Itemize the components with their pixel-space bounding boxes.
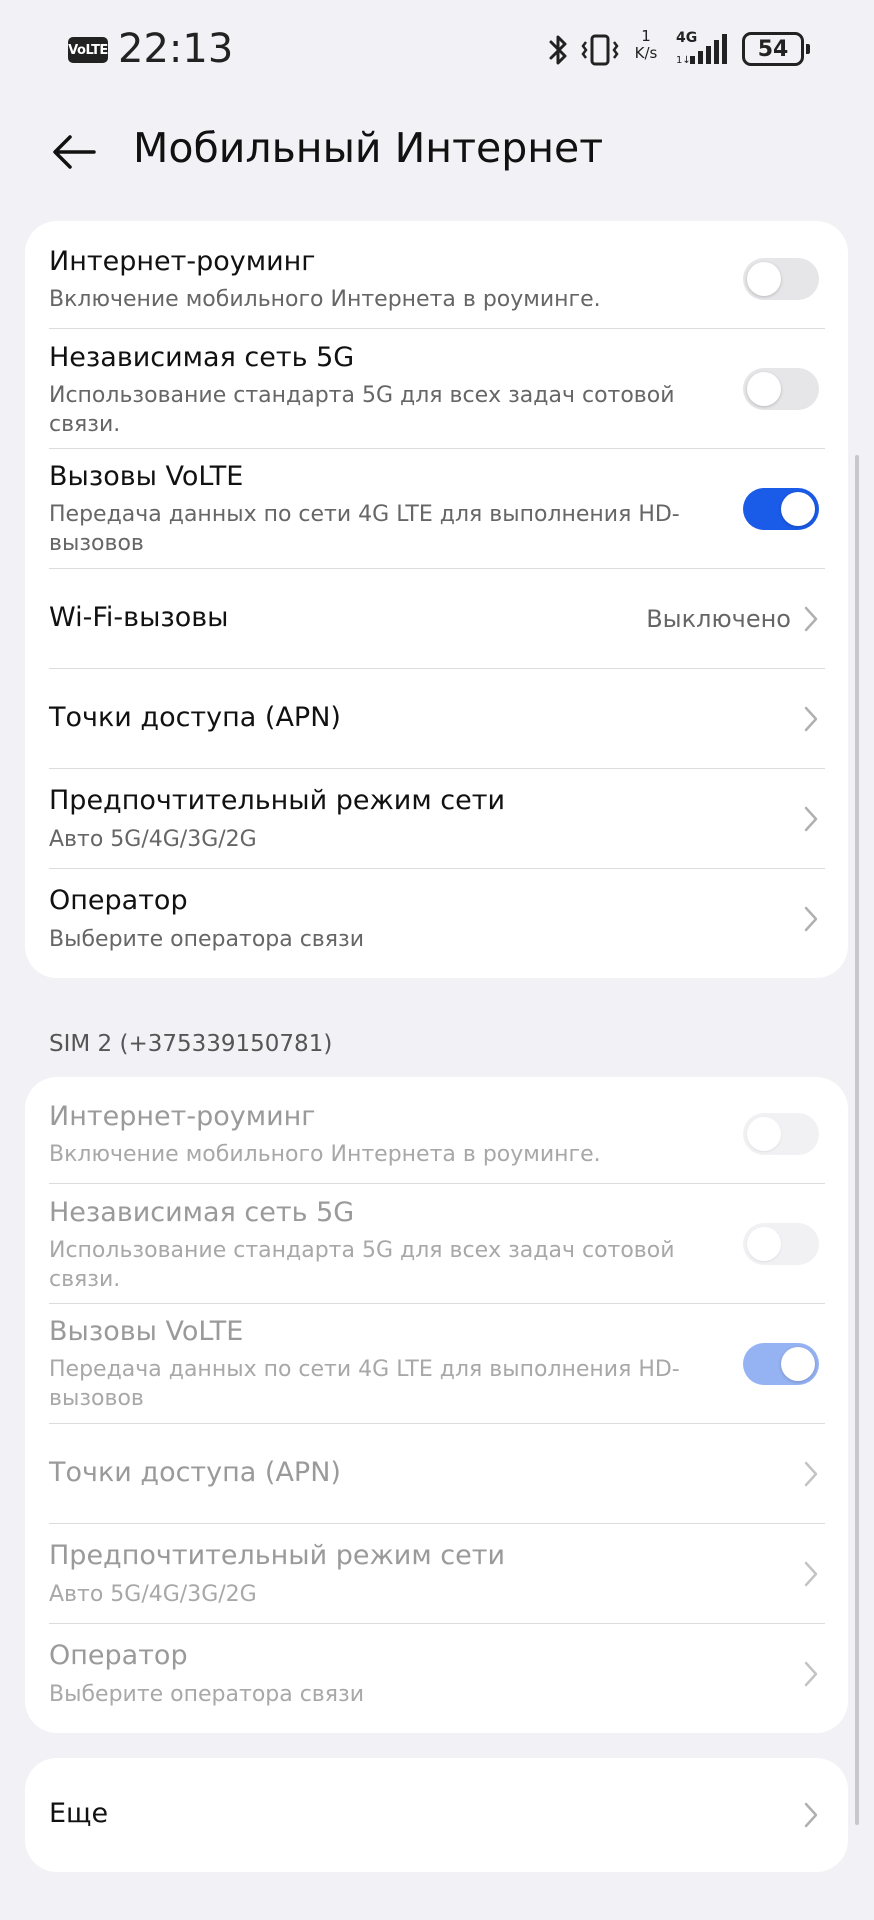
toggle-knob bbox=[747, 372, 781, 406]
signal-icon: 1↓ bbox=[676, 34, 727, 66]
chevron-right-icon bbox=[804, 1561, 818, 1587]
sim2-operator-title: Оператор bbox=[49, 1640, 188, 1671]
scrollbar[interactable] bbox=[855, 455, 859, 1825]
sim1-roaming-row[interactable]: Интернет-роуминг Включение мобильного Ин… bbox=[49, 221, 825, 329]
sim1-network-mode-title: Предпочтительный режим сети bbox=[49, 785, 506, 816]
sim2-sa5g-toggle bbox=[743, 1223, 819, 1265]
sim1-apn-title: Точки доступа (APN) bbox=[49, 702, 341, 733]
sim1-wifi-calls-value: Выключено bbox=[646, 605, 791, 633]
sim1-sa5g-toggle[interactable] bbox=[743, 368, 819, 410]
sim2-roaming-subtitle: Включение мобильного Интернета в роуминг… bbox=[49, 1142, 601, 1167]
sim1-roaming-subtitle: Включение мобильного Интернета в роуминг… bbox=[49, 287, 601, 312]
chevron-right-icon bbox=[804, 906, 818, 932]
sim1-volte-title: Вызовы VoLTE bbox=[49, 461, 244, 492]
chevron-right-icon bbox=[804, 706, 818, 732]
sim1-operator-subtitle: Выберите оператора связи bbox=[49, 927, 365, 952]
page-title: Мобильный Интернет bbox=[133, 124, 604, 172]
more-row[interactable]: Еще bbox=[49, 1758, 825, 1872]
sim2-network-mode-title: Предпочтительный режим сети bbox=[49, 1540, 506, 1571]
chevron-right-icon bbox=[804, 1461, 818, 1487]
toggle-knob bbox=[747, 1227, 781, 1261]
chevron-right-icon bbox=[804, 1802, 818, 1828]
sim1-volte-subtitle: Передача данных по сети 4G LTE для выпол… bbox=[49, 502, 680, 556]
arrow-left-icon bbox=[53, 135, 96, 169]
sim1-volte-toggle[interactable] bbox=[743, 488, 819, 530]
sim1-roaming-title: Интернет-роуминг bbox=[49, 246, 316, 277]
sim2-apn-row: Точки доступа (APN) bbox=[49, 1424, 825, 1524]
volte-badge: VoLTE bbox=[68, 37, 108, 63]
sim2-roaming-toggle bbox=[743, 1113, 819, 1155]
sim2-network-mode-row: Предпочтительный режим сети Авто 5G/4G/3… bbox=[49, 1524, 825, 1624]
sim1-sa5g-row[interactable]: Независимая сеть 5G Использование станда… bbox=[49, 329, 825, 449]
sim1-roaming-toggle[interactable] bbox=[743, 258, 819, 300]
sim2-volte-title: Вызовы VoLTE bbox=[49, 1316, 244, 1347]
sim1-network-mode-row[interactable]: Предпочтительный режим сети Авто 5G/4G/3… bbox=[49, 769, 825, 869]
toggle-knob bbox=[781, 1347, 815, 1381]
network-speed: 1 K/s bbox=[628, 28, 664, 62]
chevron-right-icon bbox=[804, 806, 818, 832]
more-card: Еще bbox=[25, 1758, 848, 1872]
toggle-knob bbox=[781, 492, 815, 526]
sim2-volte-row: Вызовы VoLTE Передача данных по сети 4G … bbox=[49, 1304, 825, 1424]
sim2-sa5g-subtitle: Использование стандарта 5G для всех зада… bbox=[49, 1238, 675, 1292]
sim2-sa5g-title: Независимая сеть 5G bbox=[49, 1197, 355, 1228]
battery-indicator: 54 bbox=[742, 32, 810, 66]
clock: 22:13 bbox=[118, 26, 234, 72]
sim2-volte-toggle bbox=[743, 1343, 819, 1385]
speed-value: 1 bbox=[641, 27, 651, 45]
sim2-sa5g-row: Независимая сеть 5G Использование станда… bbox=[49, 1184, 825, 1304]
more-title: Еще bbox=[49, 1798, 109, 1829]
toggle-knob bbox=[747, 1117, 781, 1151]
vibrate-icon bbox=[581, 34, 619, 66]
svg-text:1↓: 1↓ bbox=[676, 55, 691, 66]
sim2-roaming-title: Интернет-роуминг bbox=[49, 1101, 316, 1132]
sim1-sa5g-title: Независимая сеть 5G bbox=[49, 342, 355, 373]
sim2-network-mode-subtitle: Авто 5G/4G/3G/2G bbox=[49, 1582, 257, 1607]
sim2-volte-subtitle: Передача данных по сети 4G LTE для выпол… bbox=[49, 1357, 680, 1411]
sim1-network-mode-subtitle: Авто 5G/4G/3G/2G bbox=[49, 827, 257, 852]
sim1-operator-title: Оператор bbox=[49, 885, 188, 916]
sim1-settings-card: Интернет-роуминг Включение мобильного Ин… bbox=[25, 221, 848, 978]
sim1-apn-row[interactable]: Точки доступа (APN) bbox=[49, 669, 825, 769]
sim1-volte-row[interactable]: Вызовы VoLTE Передача данных по сети 4G … bbox=[49, 449, 825, 569]
sim2-section-header: SIM 2 (+375339150781) bbox=[49, 1031, 333, 1057]
sim2-operator-subtitle: Выберите оператора связи bbox=[49, 1682, 365, 1707]
sim2-operator-row: Оператор Выберите оператора связи bbox=[49, 1624, 825, 1724]
sim2-settings-card: Интернет-роуминг Включение мобильного Ин… bbox=[25, 1077, 848, 1733]
back-button[interactable] bbox=[40, 118, 108, 186]
chevron-right-icon bbox=[804, 1661, 818, 1687]
sim2-roaming-row: Интернет-роуминг Включение мобильного Ин… bbox=[49, 1077, 825, 1184]
sim1-wifi-calls-title: Wi-Fi-вызовы bbox=[49, 602, 229, 633]
status-bar: VoLTE 22:13 1 K/s 4G 1↓ 54 bbox=[0, 0, 874, 100]
sim1-sa5g-subtitle: Использование стандарта 5G для всех зада… bbox=[49, 383, 675, 437]
sim1-wifi-calls-row[interactable]: Wi-Fi-вызовы Выключено bbox=[49, 569, 825, 669]
speed-unit: K/s bbox=[634, 44, 658, 62]
sim2-apn-title: Точки доступа (APN) bbox=[49, 1457, 341, 1488]
bluetooth-icon bbox=[549, 35, 567, 65]
sim1-operator-row[interactable]: Оператор Выберите оператора связи bbox=[49, 869, 825, 969]
toggle-knob bbox=[747, 262, 781, 296]
chevron-right-icon bbox=[804, 606, 818, 632]
